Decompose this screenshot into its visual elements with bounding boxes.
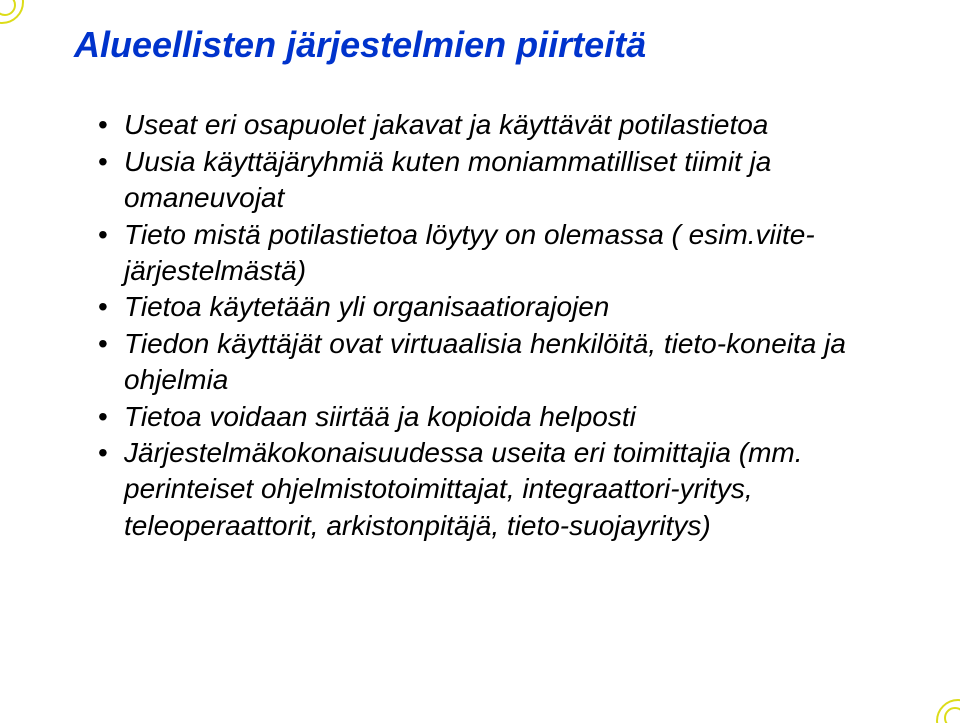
list-item: Tiedon käyttäjät ovat virtuaalisia henki… [98,326,920,399]
list-item: Tietoa käytetään yli organisaatiorajojen [98,289,920,325]
list-item: Tietoa voidaan siirtää ja kopioida helpo… [98,399,920,435]
decorative-circle-icon [944,707,960,723]
list-item: Uusia käyttäjäryhmiä kuten moniammatilli… [98,144,920,217]
slide: Alueellisten järjestelmien piirteitä Use… [0,0,960,723]
list-item: Järjestelmäkokonaisuudessa useita eri to… [98,435,920,544]
slide-title: Alueellisten järjestelmien piirteitä [74,24,920,65]
bullet-list: Useat eri osapuolet jakavat ja käyttävät… [98,107,920,544]
list-item: Tieto mistä potilastietoa löytyy on olem… [98,217,920,290]
list-item: Useat eri osapuolet jakavat ja käyttävät… [98,107,920,143]
